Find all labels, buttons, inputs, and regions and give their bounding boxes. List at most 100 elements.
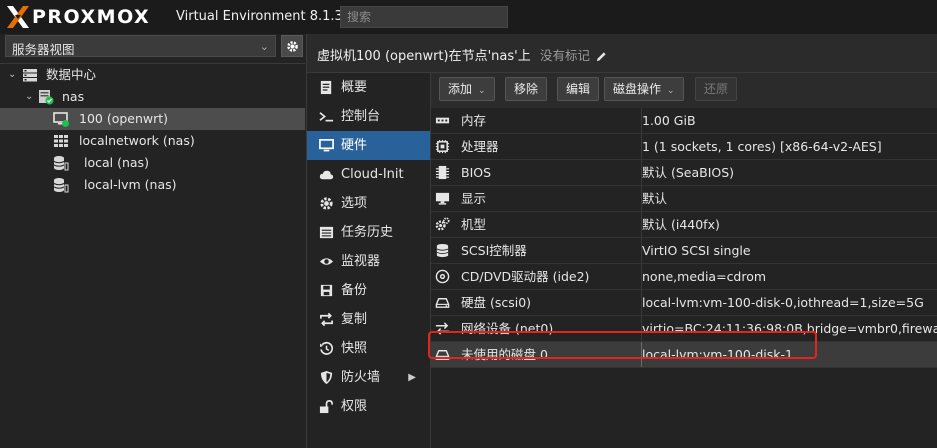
hardware-row-network[interactable]: 网络设备 (net0) virtio=BC:24:11:36:98:0B,bri… [431,316,937,342]
nav-item-replication[interactable]: 复制 [307,305,430,334]
remove-button[interactable]: 移除 [505,77,548,101]
hardware-value: VirtIO SCSI single [641,238,751,263]
tree-item-node-nas[interactable]: ⌄ nas [0,86,305,108]
hardware-row-machine[interactable]: 机型 默认 (i440fx) [431,212,937,238]
chevron-down-icon[interactable]: ⌄ [8,64,16,86]
nav-item-hardware[interactable]: 硬件 [307,131,430,160]
nav-label: 权限 [341,399,368,414]
hardware-value: local-lvm:vm-100-disk-1 [641,342,793,367]
eye-icon [319,258,334,265]
hardware-value: 默认 [641,186,667,211]
nav-item-console[interactable]: 控制台 [307,102,430,131]
cpu-icon [435,139,450,154]
chevron-down-icon[interactable]: ⌄ [25,86,33,108]
hardware-name: 机型 [461,217,487,232]
add-button[interactable]: 添加 ⌄ [439,77,495,101]
hardware-value-text: VirtIO SCSI single [642,243,751,258]
tree-item-datacenter[interactable]: ⌄ 数据中心 [0,64,305,86]
nav-label: Cloud-Init [341,167,404,182]
hardware-value-text: 1.00 GiB [642,113,696,128]
hardware-row-harddisk[interactable]: 硬盘 (scsi0) local-lvm:vm-100-disk-0,iothr… [431,290,937,316]
hardware-value-text: local-lvm:vm-100-disk-1 [642,347,793,362]
hardware-toolbar: 添加 ⌄ 移除 编辑 磁盘操作 ⌄ 还原 [431,73,937,108]
hardware-value-text: 1 (1 sockets, 1 cores) [x86-64-v2-AES] [642,139,882,154]
search-input[interactable] [340,6,508,28]
revert-button[interactable]: 还原 [695,77,738,101]
hardware-name: 内存 [461,113,487,128]
view-selector-value: 服务器视图 [12,42,75,57]
tree-item-label: 数据中心 [46,67,97,82]
chevron-down-icon: ⌄ [667,86,675,96]
chevron-down-icon: ⌄ [259,40,269,53]
list-icon [319,226,334,239]
tree-item-vm-100[interactable]: 100 (openwrt) [0,108,305,130]
hardware-value: 1.00 GiB [641,108,696,133]
remove-button-label: 移除 [514,82,539,96]
hardware-value-text: none,media=cdrom [642,269,767,284]
storage-icon [53,178,69,193]
hardware-value: virtio=BC:24:11:36:98:0B,bridge=vmbr0,fi… [641,316,937,341]
resource-tree-panel: 服务器视图 ⌄ ⌄ 数据中心 ⌄ nas 100 (openwrt) local… [0,34,307,448]
memory-icon [435,117,450,124]
tree-item-localnetwork[interactable]: localnetwork (nas) [0,130,305,152]
cdrom-icon [435,269,450,284]
tags-editor[interactable]: 没有标记 [540,45,607,64]
hardware-value: none,media=cdrom [641,264,766,289]
monitor-icon [319,139,334,152]
summary-icon [320,80,332,95]
hardware-name: 未使用的磁盘 0 [461,347,548,362]
top-bar: PROXMOX Virtual Environment 8.1.3 [0,0,937,34]
harddisk-icon [435,350,450,360]
display-icon [435,192,450,205]
hardware-row-cdrom[interactable]: CD/DVD驱动器 (ide2) none,media=cdrom [431,264,937,290]
page-title: 虚拟机100 (openwrt)在节点'nas'上 [317,49,531,64]
chevron-down-icon: ⌄ [478,86,486,96]
hardware-row-cpu[interactable]: 处理器 1 (1 sockets, 1 cores) [x86-64-v2-AE… [431,134,937,160]
save-icon [320,284,333,297]
hardware-value-text: virtio=BC:24:11:36:98:0B,bridge=vmbr0,fi… [642,321,937,336]
tree-item-label: 100 (openwrt) [79,111,169,126]
proxmox-logo[interactable]: PROXMOX [6,5,150,29]
nav-item-task-history[interactable]: 任务历史 [307,218,430,247]
edit-button[interactable]: 编辑 [557,77,600,101]
logo-text: PROXMOX [32,6,151,28]
nav-item-backup[interactable]: 备份 [307,276,430,305]
pencil-icon[interactable] [596,51,607,62]
nav-item-snapshots[interactable]: 快照 [307,334,430,363]
nav-label: 防火墙 [341,370,381,385]
tree-settings-button[interactable] [281,35,303,57]
resource-tree: ⌄ 数据中心 ⌄ nas 100 (openwrt) localnetwork … [0,63,305,196]
disk-action-button[interactable]: 磁盘操作 ⌄ [604,77,684,101]
edit-button-label: 编辑 [566,82,591,96]
hardware-row-bios[interactable]: BIOS 默认 (SeaBIOS) [431,160,937,186]
caret-right-icon[interactable]: ▶ [408,363,416,392]
nav-item-firewall[interactable]: 防火墙 ▶ [307,363,430,392]
hardware-name: CD/DVD驱动器 (ide2) [461,269,590,284]
vm-running-icon [53,112,69,127]
hardware-row-scsi-controller[interactable]: SCSI控制器 VirtIO SCSI single [431,238,937,264]
history-icon [319,341,334,355]
nav-label: 备份 [341,283,368,298]
replicate-icon [320,312,333,327]
hardware-name: BIOS [461,165,492,180]
cloud-icon [319,170,334,180]
console-icon [319,112,334,122]
unlock-icon [319,400,333,414]
nav-item-summary[interactable]: 概要 [307,73,430,102]
tree-item-local-lvm[interactable]: local-lvm (nas) [0,174,305,196]
microchip-icon [435,165,450,180]
hardware-row-display[interactable]: 显示 默认 [431,186,937,212]
add-button-label: 添加 [448,82,473,96]
view-selector[interactable]: 服务器视图 ⌄ [5,35,276,57]
tree-item-local[interactable]: local (nas) [0,152,305,174]
hardware-row-memory[interactable]: 内存 1.00 GiB [431,108,937,134]
nav-item-monitor[interactable]: 监视器 [307,247,430,276]
nav-item-options[interactable]: 选项 [307,189,430,218]
nav-item-cloud-init[interactable]: Cloud-Init [307,160,430,189]
nav-item-permissions[interactable]: 权限 [307,392,430,421]
shield-icon [320,370,333,385]
hardware-row-unused-disk[interactable]: 未使用的磁盘 0 local-lvm:vm-100-disk-1 [431,342,937,368]
product-version: Virtual Environment 8.1.3 [176,9,343,24]
tree-item-label: local-lvm (nas) [84,177,177,192]
datacenter-icon [23,69,37,82]
